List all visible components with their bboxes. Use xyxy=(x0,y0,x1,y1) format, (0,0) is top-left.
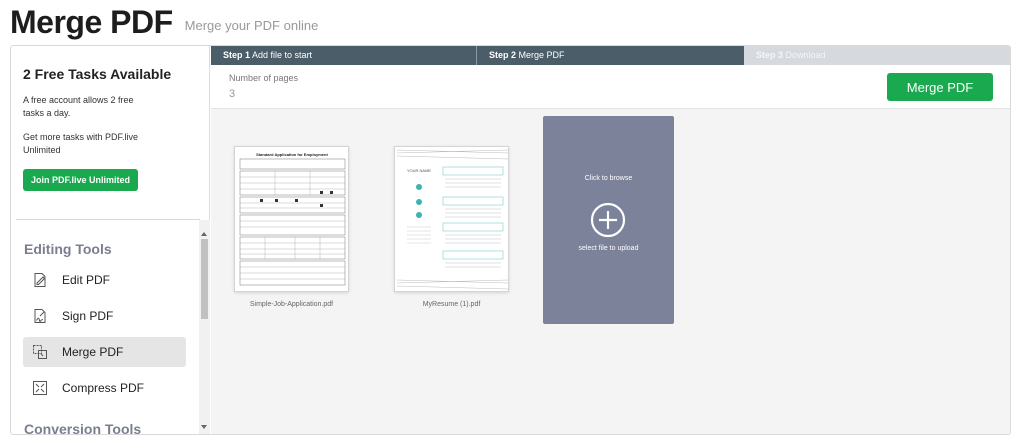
file-card[interactable]: YOUR NAME MyResume (1).pdf xyxy=(394,146,509,308)
file-name: MyResume (1).pdf xyxy=(422,301,481,308)
step-3: Step 3 Download xyxy=(744,46,1010,65)
promo-title: 2 Free Tasks Available xyxy=(23,66,172,82)
sidebar-item-label: Merge PDF xyxy=(62,345,124,359)
scroll-up-icon[interactable] xyxy=(201,232,207,236)
page-header: Merge PDF Merge your PDF online xyxy=(10,0,318,44)
section-title-editing-tools: Editing Tools xyxy=(24,241,112,257)
promo-panel: 2 Free Tasks Available A free account al… xyxy=(23,66,193,191)
compress-icon xyxy=(32,380,48,396)
merge-icon xyxy=(32,344,48,360)
promo-text: A free account allows 2 free tasks a day… xyxy=(23,95,134,118)
sidebar-item-label: Edit PDF xyxy=(62,273,111,287)
plus-circle-icon[interactable] xyxy=(590,202,626,238)
sidebar-item-label: Sign PDF xyxy=(62,309,114,323)
scroll-down-icon[interactable] xyxy=(201,425,207,429)
step-bar: Step 1 Add file to start Step 2 Merge PD… xyxy=(211,46,1010,65)
file-thumbnail[interactable]: Standard Application for Employment xyxy=(234,146,349,292)
merge-pdf-button[interactable]: Merge PDF xyxy=(887,73,993,101)
step-number: Step 2 xyxy=(489,50,517,60)
app-frame: 2 Free Tasks Available A free account al… xyxy=(10,45,1011,435)
join-unlimited-button[interactable]: Join PDF.live Unlimited xyxy=(23,169,139,191)
step-number: Step 3 xyxy=(756,50,784,60)
step-1: Step 1 Add file to start xyxy=(211,46,477,65)
sidebar-item-edit-pdf[interactable]: Edit PDF xyxy=(23,265,186,295)
step-label: Download xyxy=(785,50,826,60)
step-2: Step 2 Merge PDF xyxy=(477,46,744,65)
edit-icon xyxy=(32,272,48,288)
info-bar: Number of pages 3 Merge PDF xyxy=(211,65,1010,109)
page-subtitle: Merge your PDF online xyxy=(184,17,319,33)
sidebar-item-compress-pdf[interactable]: Compress PDF xyxy=(23,373,186,403)
section-title-conversion-tools: Conversion Tools xyxy=(24,421,142,434)
sidebar-scrollbar[interactable] xyxy=(199,220,210,434)
doc-title: Standard Application for Employment xyxy=(256,152,328,157)
page-title: Merge PDF xyxy=(10,3,173,40)
file-card[interactable]: Standard Application for Employment Simp… xyxy=(234,146,349,308)
upload-browse-text: Click to browse xyxy=(584,175,633,182)
tools-list: Editing Tools Edit PDF Sign PDF Merge PD… xyxy=(11,220,199,434)
promo-text-more: Get more tasks with PDF.live Unlimited xyxy=(23,132,139,155)
step-number: Step 1 xyxy=(223,50,251,60)
upload-dropzone[interactable]: Click to browse select file to upload xyxy=(543,116,674,324)
sign-icon xyxy=(32,308,48,324)
scroll-thumb[interactable] xyxy=(201,239,208,319)
pages-label: Number of pages xyxy=(229,73,299,83)
doc-title: YOUR NAME xyxy=(407,168,432,173)
file-name: Simple-Job-Application.pdf xyxy=(249,301,334,308)
step-label: Merge PDF xyxy=(518,50,565,60)
sidebar: 2 Free Tasks Available A free account al… xyxy=(11,46,210,434)
main-area: Step 1 Add file to start Step 2 Merge PD… xyxy=(211,46,1010,434)
sidebar-item-merge-pdf[interactable]: Merge PDF xyxy=(23,337,186,367)
sidebar-item-label: Compress PDF xyxy=(62,381,145,395)
sidebar-item-sign-pdf[interactable]: Sign PDF xyxy=(23,301,186,331)
upload-select-text: select file to upload xyxy=(578,245,639,252)
pages-value: 3 xyxy=(229,88,236,100)
step-label: Add file to start xyxy=(252,50,313,60)
file-thumbnail[interactable]: YOUR NAME xyxy=(394,146,509,292)
